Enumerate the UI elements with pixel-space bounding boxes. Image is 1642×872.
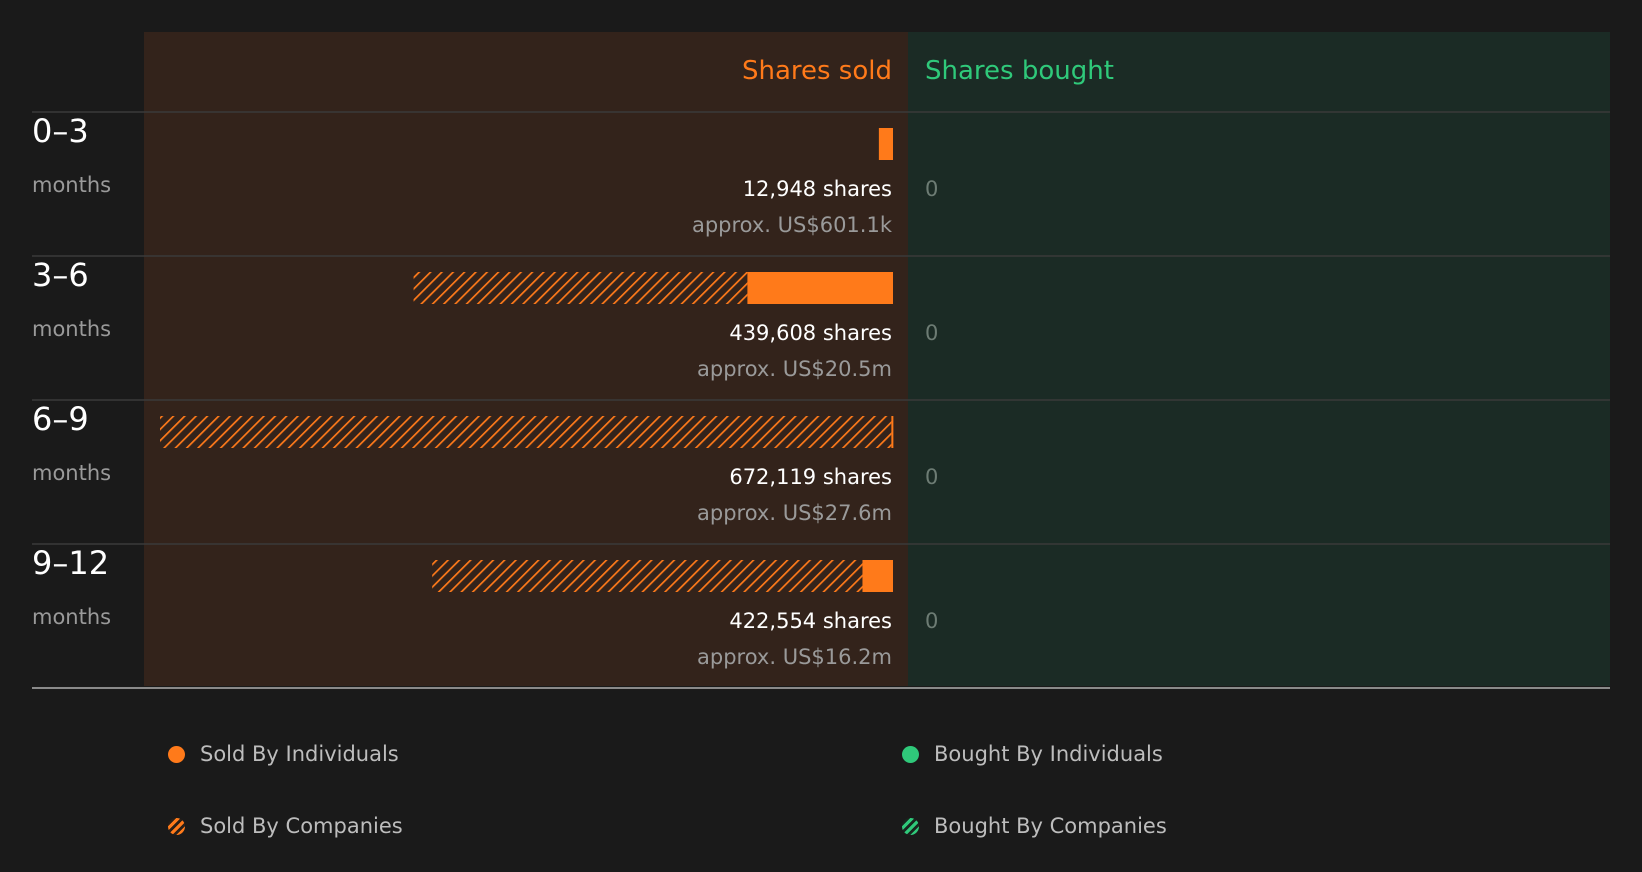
period-range-label: 3–6 <box>32 256 89 294</box>
legend-label: Sold By Individuals <box>200 742 399 766</box>
sold-value-label: approx. US$20.5m <box>697 357 892 381</box>
legend-label: Sold By Companies <box>200 814 403 838</box>
sold-value-label: approx. US$601.1k <box>692 213 893 237</box>
period-unit-label: months <box>32 317 111 341</box>
period-unit-label: months <box>32 461 111 485</box>
sold-value-label: approx. US$27.6m <box>697 501 892 525</box>
sold-header: Shares sold <box>742 56 892 86</box>
sold-shares-label: 672,119 shares <box>729 465 892 489</box>
legend-swatch-bought-companies <box>902 817 919 835</box>
bought-shares-label: 0 <box>925 465 938 489</box>
sold-shares-label: 12,948 shares <box>743 177 892 201</box>
legend-swatch-sold-companies <box>168 817 185 835</box>
period-range-label: 0–3 <box>32 112 89 150</box>
legend-swatch-bought-individuals <box>902 745 919 763</box>
period-range-label: 9–12 <box>32 544 109 582</box>
bar-sold-companies <box>413 272 748 304</box>
legend-label: Bought By Individuals <box>934 742 1163 766</box>
bar-sold-companies <box>160 416 892 448</box>
sold-shares-label: 422,554 shares <box>729 609 892 633</box>
legend-item-bought-individuals[interactable]: Bought By Individuals <box>902 742 1163 766</box>
bar-sold-individuals <box>891 416 894 448</box>
legend-item-sold-individuals[interactable]: Sold By Individuals <box>168 742 399 766</box>
period-range-label: 6–9 <box>32 400 89 438</box>
bar-sold-companies <box>432 560 863 592</box>
bar-sold-individuals <box>747 272 893 304</box>
bought-shares-label: 0 <box>925 609 938 633</box>
bought-shares-label: 0 <box>925 177 938 201</box>
bar-sold-individuals <box>862 560 893 592</box>
legend-item-sold-companies[interactable]: Sold By Companies <box>168 814 403 838</box>
bar-sold-individuals <box>878 128 893 160</box>
sold-shares-label: 439,608 shares <box>729 321 892 345</box>
period-unit-label: months <box>32 173 111 197</box>
legend-label: Bought By Companies <box>934 814 1167 838</box>
bought-panel <box>908 32 1610 686</box>
legend-swatch-sold-individuals <box>168 745 185 763</box>
period-unit-label: months <box>32 605 111 629</box>
sold-value-label: approx. US$16.2m <box>697 645 892 669</box>
bought-header: Shares bought <box>925 56 1114 86</box>
legend-item-bought-companies[interactable]: Bought By Companies <box>902 814 1167 838</box>
bought-shares-label: 0 <box>925 321 938 345</box>
